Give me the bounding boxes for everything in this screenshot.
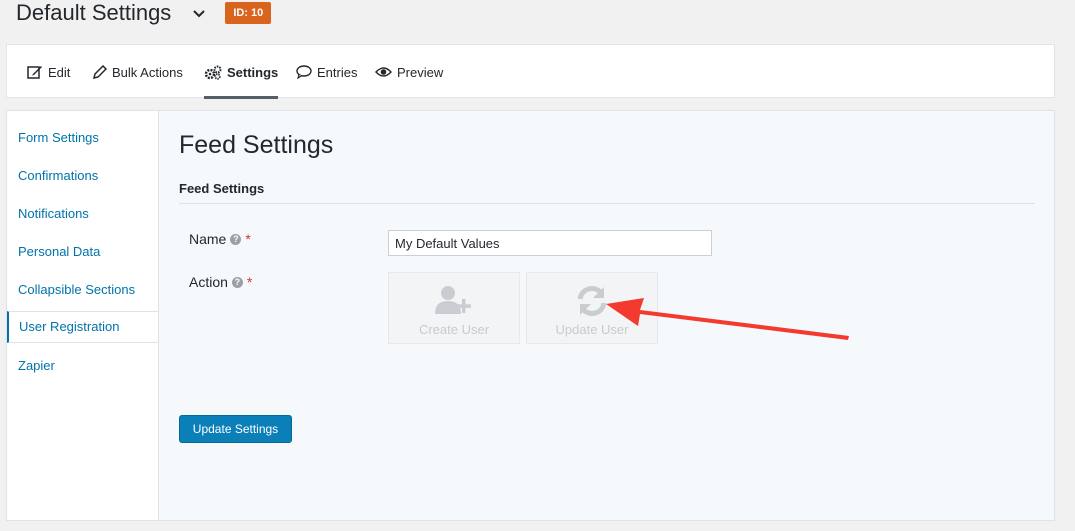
- refresh-icon: [577, 286, 607, 316]
- pencil-icon: [93, 65, 107, 79]
- page-header: Default Settings ID: 10: [16, 0, 272, 26]
- required-mark: *: [245, 231, 251, 247]
- sidebar-item-confirmations[interactable]: Confirmations: [7, 160, 158, 192]
- update-user-option[interactable]: Update User: [526, 272, 658, 344]
- help-icon[interactable]: ?: [230, 233, 242, 245]
- settings-sidebar: Form Settings Confirmations Notification…: [7, 111, 159, 520]
- sidebar-item-user-registration[interactable]: User Registration: [7, 311, 158, 343]
- tab-entries[interactable]: Entries: [296, 45, 357, 99]
- required-mark: *: [246, 274, 253, 290]
- tab-edit[interactable]: Edit: [27, 45, 70, 99]
- tab-preview[interactable]: Preview: [375, 45, 443, 99]
- sidebar-item-personal-data[interactable]: Personal Data: [7, 236, 158, 268]
- tab-preview-label: Preview: [397, 64, 444, 80]
- page-title: Default Settings: [16, 0, 172, 25]
- tab-edit-label: Edit: [48, 64, 71, 80]
- id-badge: ID: 10: [225, 2, 272, 24]
- sidebar-item-form-settings[interactable]: Form Settings: [7, 122, 158, 154]
- update-settings-button[interactable]: Update Settings: [179, 415, 292, 443]
- update-user-label: Update User: [555, 322, 629, 337]
- sidebar-item-collapsible-sections[interactable]: Collapsible Sections: [7, 274, 158, 306]
- name-field-label: Name ? *: [189, 231, 251, 247]
- tab-settings-label: Settings: [227, 64, 279, 80]
- gears-icon: [204, 65, 222, 80]
- tab-bulk-actions-label: Bulk Actions: [112, 64, 183, 80]
- tab-settings[interactable]: Settings: [204, 45, 279, 99]
- name-label-text: Name: [189, 231, 227, 247]
- name-input[interactable]: [388, 230, 712, 256]
- sidebar-item-zapier[interactable]: Zapier: [7, 350, 158, 382]
- create-user-label: Create User: [418, 322, 490, 337]
- add-user-icon: [435, 286, 471, 314]
- tab-entries-label: Entries: [317, 64, 358, 80]
- page-heading: Feed Settings: [179, 131, 334, 159]
- section-title: Feed Settings: [179, 181, 265, 196]
- create-user-option[interactable]: Create User: [388, 272, 520, 344]
- chevron-down-icon[interactable]: [191, 5, 207, 21]
- speech-bubble-icon: [296, 65, 312, 79]
- action-field-label: Action ? *: [189, 274, 252, 290]
- edit-icon: [27, 65, 42, 79]
- help-icon[interactable]: ?: [231, 276, 243, 288]
- tab-bulk-actions[interactable]: Bulk Actions: [93, 45, 183, 99]
- form-toolbar: Edit Bulk Actions Settings Entries Previ…: [6, 44, 1055, 99]
- eye-icon: [375, 67, 392, 77]
- settings-panel: Form Settings Confirmations Notification…: [6, 110, 1055, 521]
- section-divider: [179, 203, 1035, 204]
- sidebar-item-notifications[interactable]: Notifications: [7, 198, 158, 230]
- action-label-text: Action: [189, 274, 228, 290]
